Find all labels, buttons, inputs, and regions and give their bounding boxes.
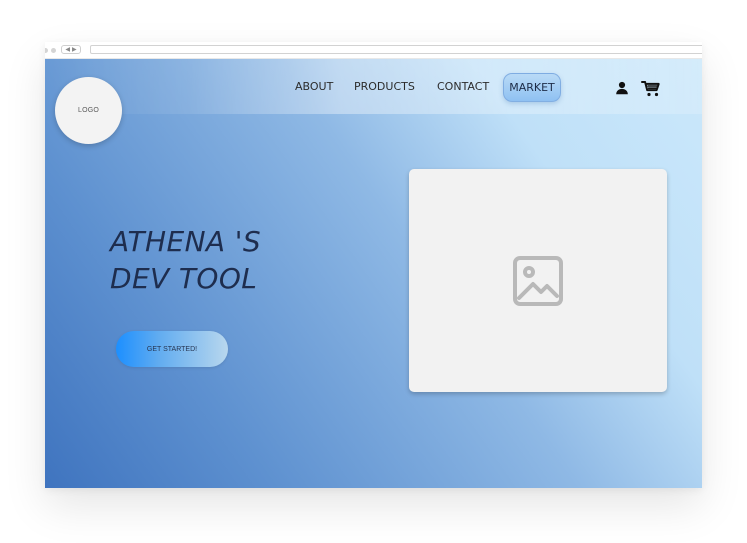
shopping-cart-icon[interactable]	[641, 80, 662, 98]
nav-link-products[interactable]: PRODUCTS	[354, 80, 415, 93]
market-button[interactable]: MARKET	[503, 73, 561, 102]
page-canvas: ◀ ▶ LOGO ABOUT PRODUCTS CONTACT MARKET A…	[0, 0, 747, 543]
hero-image-placeholder	[409, 169, 667, 392]
main-navigation: ABOUT PRODUCTS CONTACT MARKET	[295, 73, 566, 103]
address-bar[interactable]	[90, 45, 702, 54]
logo[interactable]: LOGO	[55, 77, 122, 144]
website-viewport: LOGO ABOUT PRODUCTS CONTACT MARKET ATHEN…	[45, 59, 702, 488]
forward-arrow-icon[interactable]: ▶	[72, 46, 77, 53]
nav-link-about[interactable]: ABOUT	[295, 80, 333, 93]
hero-title: ATHENA 'S DEV TOOL	[110, 225, 262, 295]
get-started-button[interactable]: GET STARTED!	[116, 331, 228, 367]
window-control-dot[interactable]	[45, 48, 48, 53]
back-arrow-icon[interactable]: ◀	[65, 46, 70, 53]
browser-window: ◀ ▶ LOGO ABOUT PRODUCTS CONTACT MARKET A…	[45, 42, 702, 488]
browser-navigation-controls[interactable]: ◀ ▶	[61, 45, 81, 54]
image-placeholder-icon	[511, 254, 565, 308]
browser-toolbar: ◀ ▶	[45, 42, 702, 59]
window-control-dot[interactable]	[51, 48, 56, 53]
nav-link-contact[interactable]: CONTACT	[437, 80, 489, 93]
logo-label: LOGO	[77, 107, 100, 114]
user-icon[interactable]	[615, 81, 629, 95]
